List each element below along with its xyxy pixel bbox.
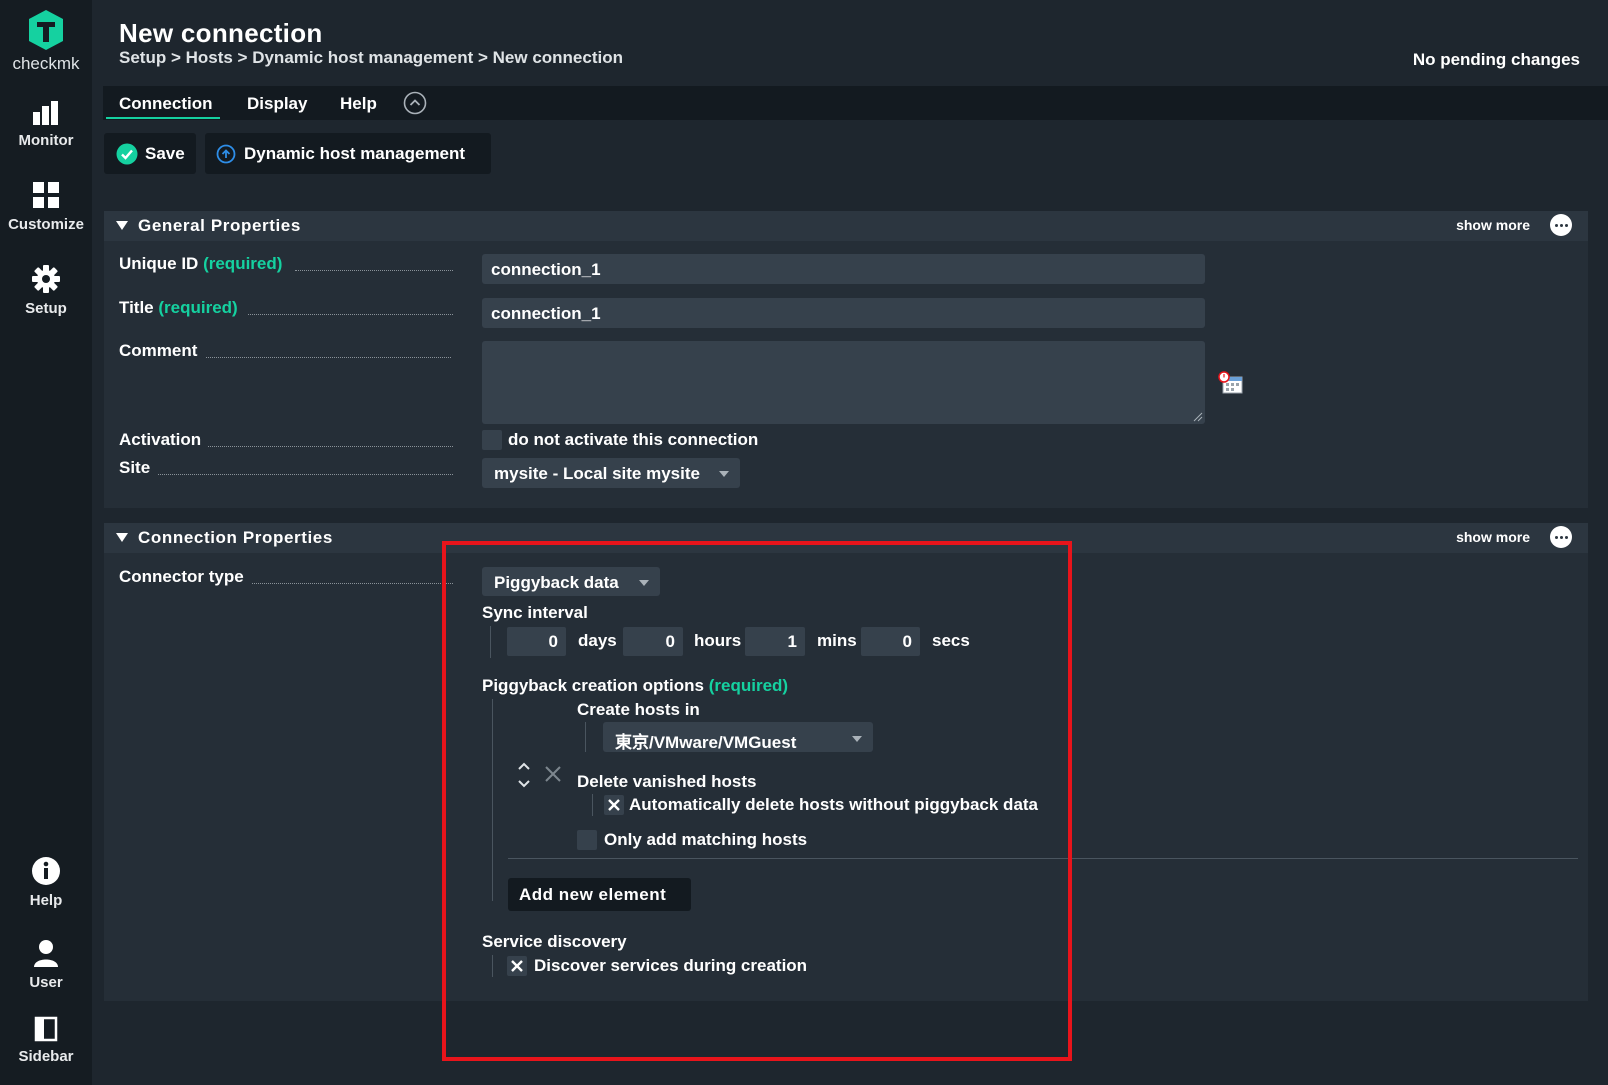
page-title: New connection [119, 18, 323, 48]
do-not-activate-checkbox[interactable] [482, 430, 502, 450]
menu-bar [103, 86, 1608, 120]
nav-customize[interactable]: Customize [0, 180, 92, 233]
active-tab-indicator [106, 117, 220, 119]
customize-icon [33, 182, 59, 208]
nav-label: Customize [8, 216, 84, 233]
dotted-leader [158, 474, 453, 475]
title-input[interactable]: connection_1 [482, 298, 1205, 328]
tab-connection[interactable]: Connection [119, 94, 213, 114]
nav-monitor[interactable]: Monitor [0, 100, 92, 149]
show-more-icon[interactable] [1550, 526, 1572, 548]
pending-changes-status[interactable]: No pending changes [1413, 50, 1580, 70]
dotted-leader [208, 446, 453, 447]
save-button[interactable]: Save [104, 133, 196, 174]
connector-type-label: Connector type [119, 567, 244, 586]
label-text: Title [119, 298, 154, 317]
sidebar-icon [34, 1016, 58, 1042]
show-more-icon[interactable] [1550, 214, 1572, 236]
nav-label: User [29, 974, 63, 991]
dynamic-host-management-label: Dynamic host management [244, 144, 466, 163]
nav-label: Monitor [18, 132, 74, 149]
nav-sidebar[interactable]: Sidebar [0, 1016, 92, 1065]
logo-text: checkmk [12, 54, 80, 73]
title-label: Title (required) [119, 298, 238, 318]
collapse-menu-icon[interactable] [403, 91, 427, 115]
required-marker: (required) [158, 298, 238, 317]
section-title: Connection Properties [138, 528, 333, 547]
input-value: connection_1 [491, 260, 601, 279]
monitor-icon [33, 101, 58, 125]
nav-user[interactable]: User [0, 938, 92, 991]
chevron-down-icon [719, 471, 729, 477]
nav-help[interactable]: Help [0, 856, 92, 909]
dropdown-value: mysite - Local site mysite [494, 464, 700, 483]
do-not-activate-label[interactable]: do not activate this connection [508, 430, 758, 450]
comment-textarea[interactable] [482, 341, 1205, 424]
dotted-leader [295, 270, 453, 271]
checkmk-logo[interactable]: checkmk [0, 8, 92, 74]
required-marker: (required) [203, 254, 283, 273]
up-arrow-icon [216, 144, 236, 164]
show-more-link[interactable]: show more [1456, 217, 1530, 233]
tab-display[interactable]: Display [247, 94, 307, 114]
checkmark-icon [116, 143, 138, 165]
dynamic-host-management-button[interactable]: Dynamic host management [205, 133, 491, 174]
info-icon [32, 857, 60, 885]
nav-label: Setup [25, 300, 67, 317]
collapse-triangle-icon [116, 533, 128, 542]
nav-label: Help [29, 892, 63, 909]
tab-help[interactable]: Help [340, 94, 377, 114]
label-text: Unique ID [119, 254, 199, 273]
section-title: General Properties [138, 216, 301, 235]
unique-id-input[interactable]: connection_1 [482, 254, 1205, 284]
main-nav: checkmk Monitor Customize Setup Help Use… [0, 0, 92, 1085]
calendar-timestamp-icon[interactable] [1218, 371, 1244, 395]
save-label: Save [145, 144, 185, 163]
dotted-leader [248, 314, 453, 315]
input-value: connection_1 [491, 304, 601, 323]
nav-label: Sidebar [18, 1048, 74, 1065]
user-icon [34, 940, 58, 967]
breadcrumb[interactable]: Setup > Hosts > Dynamic host management … [119, 48, 623, 68]
collapse-triangle-icon [116, 221, 128, 230]
unique-id-label: Unique ID (required) [119, 254, 282, 274]
site-dropdown[interactable]: mysite - Local site mysite [482, 458, 740, 488]
resize-handle-icon[interactable] [1193, 412, 1203, 422]
site-label: Site [119, 458, 151, 477]
comment-label: Comment [119, 341, 198, 360]
dotted-leader [206, 357, 451, 358]
show-more-link[interactable]: show more [1456, 529, 1530, 545]
nav-setup[interactable]: Setup [0, 264, 92, 317]
highlight-annotation-box [442, 541, 1072, 1061]
activation-label: Activation [119, 430, 202, 449]
dotted-leader [252, 583, 453, 584]
gear-icon [32, 265, 60, 293]
general-properties-header[interactable]: General Properties show more [104, 211, 1588, 241]
